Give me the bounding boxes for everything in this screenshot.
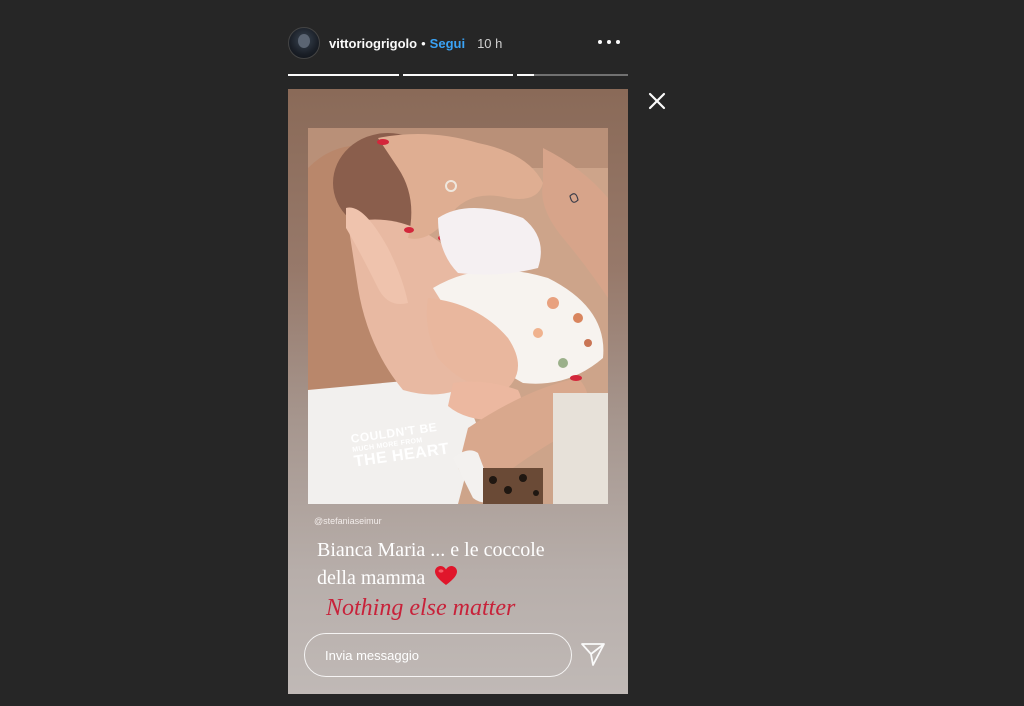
progress-segment (402, 74, 514, 76)
mention-tag[interactable]: @stefaniaseimur (314, 516, 382, 526)
follow-button[interactable]: Segui (430, 36, 465, 51)
story-timestamp: 10 h (477, 35, 503, 51)
close-icon[interactable] (646, 90, 668, 112)
story-card[interactable]: COULDN'T BE MUCH MORE FROM THE HEART @st… (288, 89, 628, 694)
progress-segment-current (517, 74, 629, 76)
story-tagline: Nothing else matter (326, 595, 516, 621)
reply-input[interactable]: Invia messaggio (304, 633, 572, 677)
caption-line-2: della mamma (317, 567, 426, 589)
reply-placeholder: Invia messaggio (325, 647, 419, 663)
send-icon[interactable] (580, 641, 606, 667)
story-photo: COULDN'T BE MUCH MORE FROM THE HEART (308, 128, 608, 504)
red-heart-icon (435, 566, 458, 585)
avatar[interactable] (288, 27, 320, 59)
more-options-icon[interactable] (598, 34, 620, 50)
separator-dot: • (421, 35, 426, 51)
story-header: vittoriogrigolo • Segui 10 h (288, 26, 628, 60)
progress-segment (288, 74, 399, 76)
caption-line-1: Bianca Maria ... e le coccole (317, 539, 545, 561)
story-caption: Bianca Maria ... e le coccole della mamm… (317, 536, 617, 592)
caption-line-2-wrap: della mamma (317, 564, 617, 592)
story-viewer: vittoriogrigolo • Segui 10 h COULDN'T BE… (0, 0, 1024, 706)
story-progress (288, 74, 629, 76)
username[interactable]: vittoriogrigolo (329, 36, 417, 51)
